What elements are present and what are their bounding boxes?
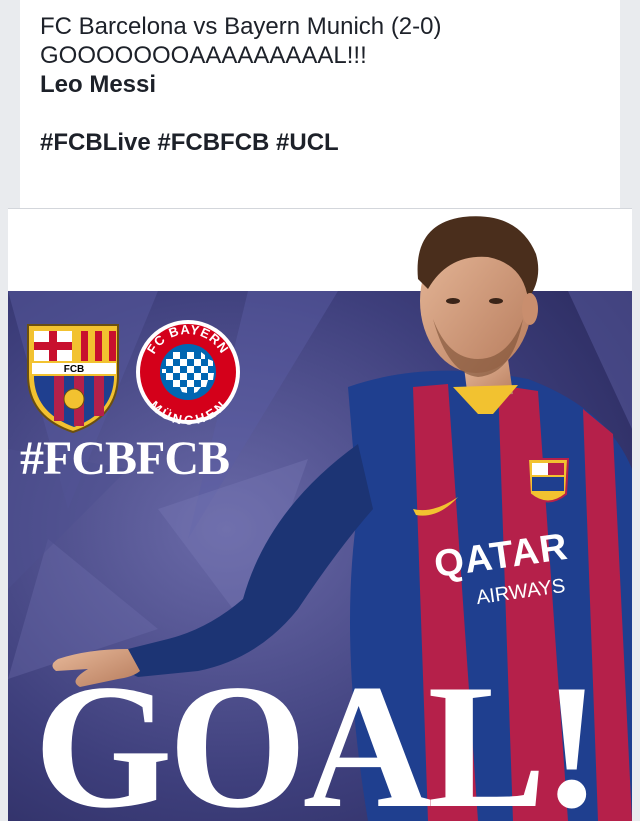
graphic-hashtag: #FCBFCB [20, 432, 230, 485]
fcb-crest-label: FCB [64, 364, 85, 375]
bayern-crest-icon: FC BAYERN MÜNCHEN [136, 320, 240, 427]
post-text-line-match: FC Barcelona vs Bayern Munich (2-0) [40, 13, 442, 40]
post-image[interactable]: FCB FC BAYERN MÜNCHEN #FCBFCB QATAR AIRW… [8, 208, 632, 821]
goal-headline: GOAL! [34, 647, 601, 821]
post-text-line-hashtags: #FCBLive #FCBFCB #UCL [40, 129, 339, 156]
post-text-blank-line [40, 99, 610, 128]
fcb-crest-icon: FCB [27, 324, 119, 434]
post-text-line-goal: GOOOOOOOAAAAAAAAAL!!! [40, 42, 367, 69]
post-text-line-scorer: Leo Messi [40, 71, 157, 98]
post-text: FC Barcelona vs Bayern Munich (2-0) GOOO… [40, 12, 610, 157]
